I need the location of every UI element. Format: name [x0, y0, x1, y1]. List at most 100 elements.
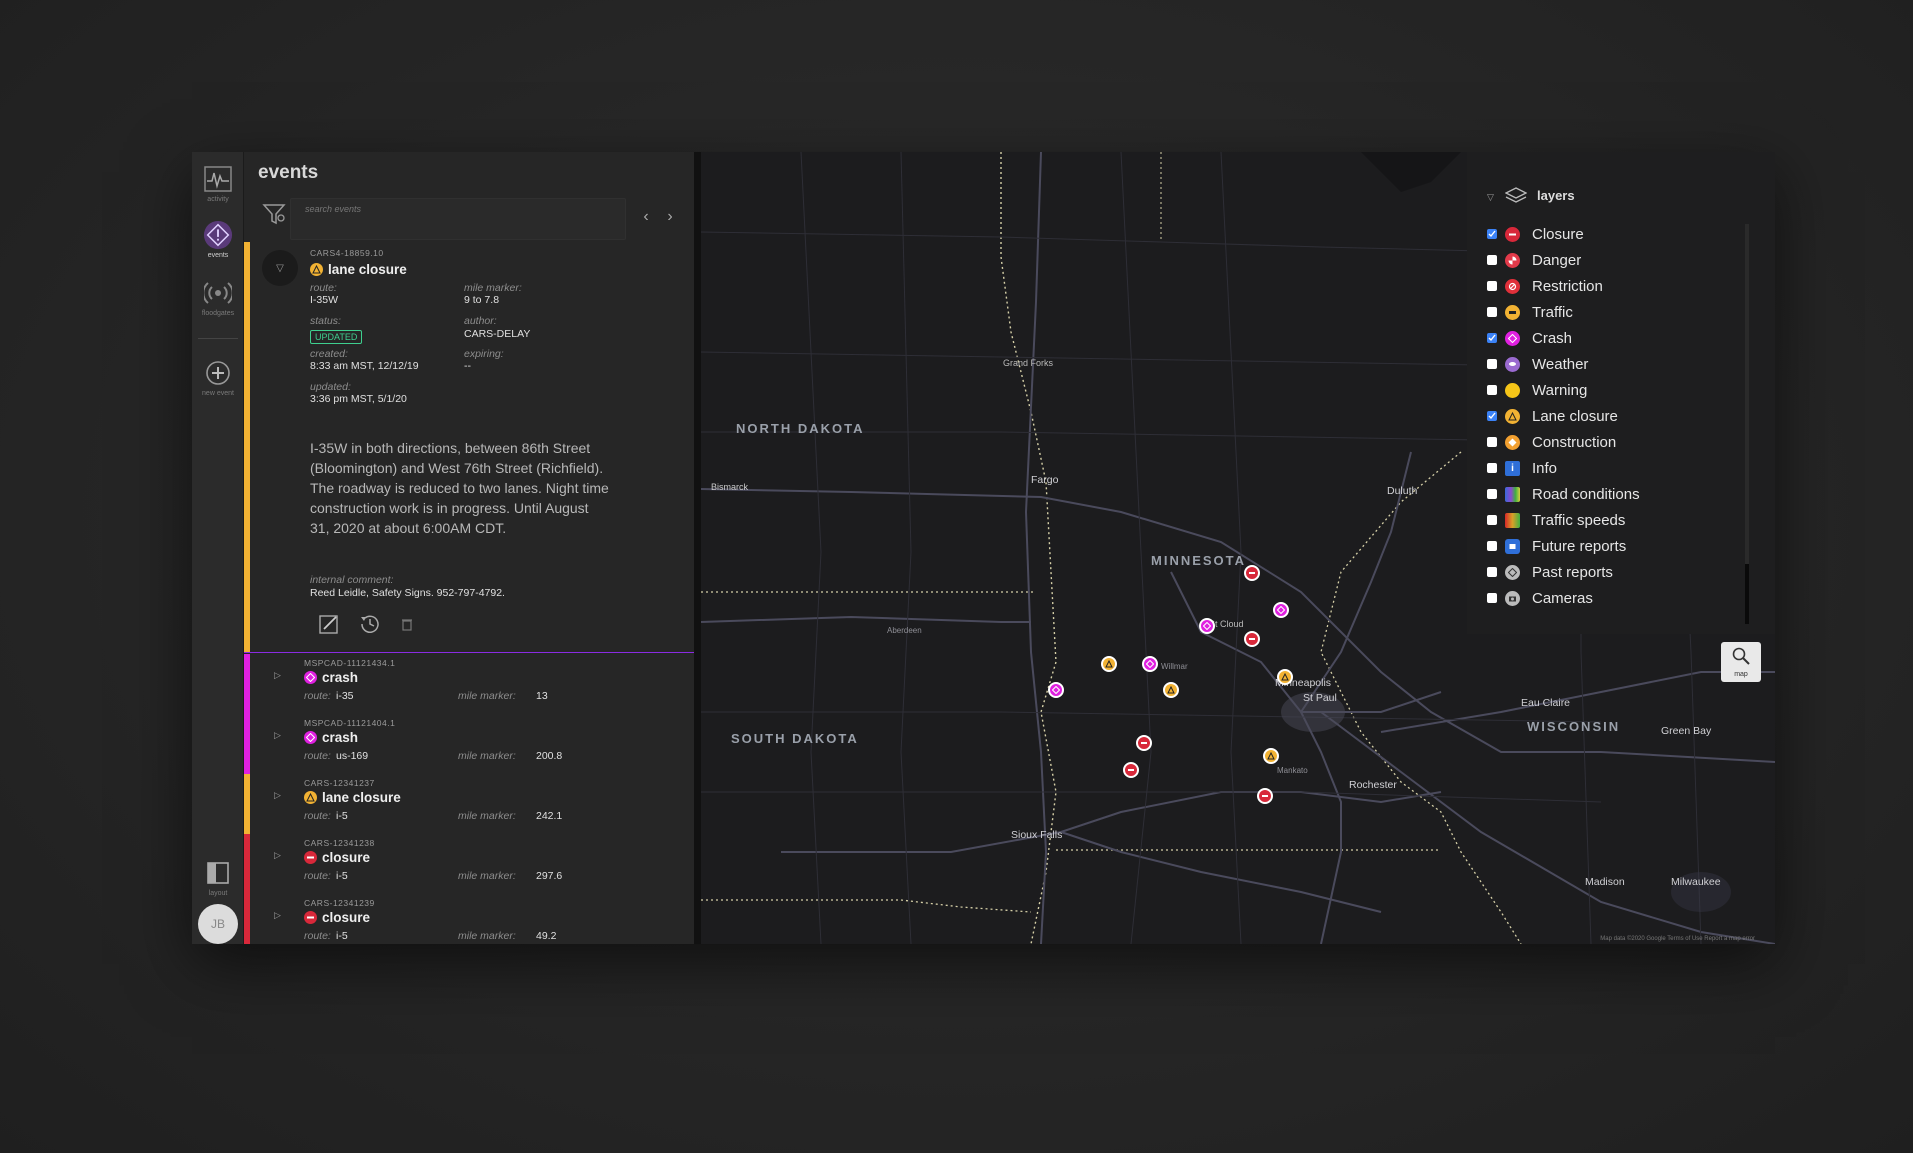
next-arrow-icon[interactable]: › — [662, 208, 678, 226]
layer-label: Info — [1532, 459, 1558, 477]
list-item[interactable]: ▷ CARS-12341238 closure route: i-5 mile … — [244, 834, 694, 894]
mile-marker-label: mile marker: — [458, 690, 516, 702]
updated-value: 3:36 pm MST, 5/1/20 — [310, 393, 407, 405]
chevron-down-icon[interactable]: ▽ — [1487, 192, 1494, 203]
event-color-bar — [244, 714, 250, 774]
map[interactable]: NORTH DAKOTA MINNESOTA SOUTH DAKOTA WISC… — [701, 152, 1775, 944]
collapse-button[interactable]: ▽ — [262, 250, 298, 286]
rail-item-events[interactable]: events — [192, 220, 244, 259]
checkbox[interactable] — [1487, 489, 1497, 499]
traffic-speeds-icon — [1505, 512, 1520, 528]
closure-marker[interactable] — [1136, 735, 1152, 751]
rail-item-activity[interactable]: activity — [192, 164, 244, 203]
layer-toggle-restriction[interactable]: Restriction — [1487, 274, 1603, 298]
closure-marker[interactable] — [1257, 788, 1273, 804]
filter-icon[interactable] — [262, 202, 286, 231]
map-zoom-button[interactable]: map — [1721, 642, 1761, 682]
rail-item-layout[interactable]: layout — [192, 858, 244, 897]
list-item[interactable]: ▷ MSPCAD-11121404.1 crash route: us-169 … — [244, 714, 694, 774]
checkbox[interactable] — [1487, 411, 1497, 421]
lane-closure-marker[interactable] — [1277, 669, 1293, 685]
route-label: route: — [304, 750, 331, 762]
scrollbar-thumb[interactable] — [1745, 564, 1749, 624]
chevron-right-icon[interactable]: ▷ — [274, 670, 281, 681]
layer-toggle-past-reports[interactable]: Past reports — [1487, 560, 1613, 584]
map-city-label: Mankato — [1277, 766, 1308, 775]
chevron-right-icon[interactable]: ▷ — [274, 730, 281, 741]
checkbox[interactable] — [1487, 281, 1497, 291]
layer-label: Crash — [1532, 329, 1573, 347]
layers-scrollbar[interactable] — [1745, 224, 1749, 624]
layer-toggle-future-reports[interactable]: Future reports — [1487, 534, 1626, 558]
crash-marker[interactable] — [1199, 618, 1215, 634]
event-title-text: lane closure — [328, 262, 407, 277]
layer-toggle-closure[interactable]: Closure — [1487, 222, 1584, 246]
search-input[interactable] — [291, 199, 625, 239]
layer-toggle-crash[interactable]: Crash — [1487, 326, 1572, 350]
list-item[interactable]: ▷ CARS-12341239 closure route: i-5 mile … — [244, 894, 694, 944]
chevron-right-icon[interactable]: ▷ — [274, 850, 281, 861]
past-reports-icon — [1505, 564, 1520, 580]
chevron-down-icon: ▽ — [276, 262, 284, 274]
updated-label: updated: — [310, 381, 351, 393]
list-item[interactable]: ▷ CARS-12341237 lane closure route: i-5 … — [244, 774, 694, 834]
lane-closure-icon — [1505, 408, 1520, 424]
checkbox[interactable] — [1487, 307, 1497, 317]
checkbox[interactable] — [1487, 359, 1497, 369]
checkbox[interactable] — [1487, 255, 1497, 265]
checkbox[interactable] — [1487, 567, 1497, 577]
crash-marker[interactable] — [1273, 602, 1289, 618]
chevron-right-icon[interactable]: ▷ — [274, 910, 281, 921]
layer-toggle-road-conditions[interactable]: Road conditions — [1487, 482, 1640, 506]
expanded-event: ▽ CARS4-18859.10 lane closure route: I-3… — [244, 242, 694, 652]
layout-icon — [203, 858, 233, 888]
layer-toggle-lane-closure[interactable]: Lane closure — [1487, 404, 1618, 428]
lane-closure-marker[interactable] — [1263, 748, 1279, 764]
route-label: route: — [304, 930, 331, 942]
layer-label: Restriction — [1532, 277, 1603, 295]
crash-icon — [1505, 330, 1520, 346]
list-item[interactable]: ▷ MSPCAD-11121434.1 crash route: i-35 mi… — [244, 654, 694, 714]
layer-toggle-info[interactable]: i Info — [1487, 456, 1557, 480]
prev-arrow-icon[interactable]: ‹ — [638, 208, 654, 226]
edit-icon[interactable] — [318, 613, 340, 640]
checkbox[interactable] — [1487, 385, 1497, 395]
crash-marker[interactable] — [1142, 656, 1158, 672]
rail-label-new-event: new event — [202, 390, 234, 397]
avatar[interactable]: JB — [198, 904, 238, 944]
crash-marker[interactable] — [1048, 682, 1064, 698]
checkbox[interactable] — [1487, 333, 1497, 343]
layer-toggle-weather[interactable]: Weather — [1487, 352, 1588, 376]
lane-closure-marker[interactable] — [1101, 656, 1117, 672]
search-field[interactable] — [290, 198, 626, 240]
danger-icon — [1505, 252, 1520, 268]
layer-toggle-danger[interactable]: Danger — [1487, 248, 1581, 272]
checkbox[interactable] — [1487, 541, 1497, 551]
delete-icon[interactable] — [400, 617, 414, 636]
map-attribution[interactable]: Map data ©2020 Google Terms of Use Repor… — [1600, 936, 1755, 942]
layer-toggle-cameras[interactable]: Cameras — [1487, 586, 1593, 610]
map-city-label: Sioux Falls — [1011, 829, 1063, 841]
checkbox[interactable] — [1487, 229, 1497, 239]
rail-item-floodgates[interactable]: floodgates — [192, 278, 244, 317]
layer-toggle-warning[interactable]: Warning — [1487, 378, 1587, 402]
checkbox[interactable] — [1487, 515, 1497, 525]
event-title: closure — [304, 850, 370, 865]
checkbox[interactable] — [1487, 437, 1497, 447]
lane-closure-marker[interactable] — [1163, 682, 1179, 698]
expiring-label: expiring: — [464, 348, 504, 360]
checkbox[interactable] — [1487, 463, 1497, 473]
chevron-right-icon[interactable]: ▷ — [274, 790, 281, 801]
closure-marker[interactable] — [1244, 631, 1260, 647]
layer-toggle-traffic[interactable]: Traffic — [1487, 300, 1573, 324]
rail-item-new-event[interactable]: new event — [192, 358, 244, 397]
layer-toggle-construction[interactable]: Construction — [1487, 430, 1616, 454]
closure-marker[interactable] — [1123, 762, 1139, 778]
layer-label: Cameras — [1532, 589, 1593, 607]
history-icon[interactable] — [358, 612, 382, 641]
layer-toggle-traffic-speeds[interactable]: Traffic speeds — [1487, 508, 1625, 532]
closure-marker[interactable] — [1244, 565, 1260, 581]
checkbox[interactable] — [1487, 593, 1497, 603]
info-icon: i — [1505, 460, 1520, 476]
event-id: CARS-12341237 — [304, 778, 375, 788]
